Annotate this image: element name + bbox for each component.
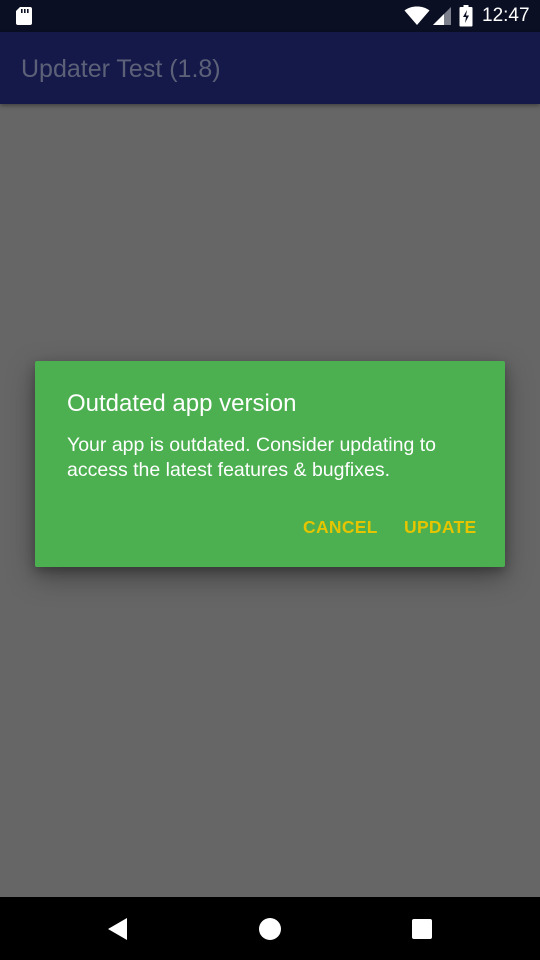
cancel-button[interactable]: CANCEL [303, 515, 378, 539]
app-bar: Updater Test (1.8) [0, 32, 540, 104]
navigation-bar [0, 897, 540, 960]
dialog-title: Outdated app version [67, 390, 297, 417]
status-bar: 12:47 [0, 0, 540, 32]
dialog-message: Your app is outdated. Consider updating … [67, 434, 436, 481]
sd-card-icon [16, 7, 32, 25]
update-dialog: Outdated app version Your app is outdate… [35, 361, 505, 567]
screen: 12:47 Updater Test (1.8) Outdated app ve… [0, 0, 540, 960]
battery-charging-icon [459, 5, 473, 27]
status-clock: 12:47 [482, 5, 530, 26]
cell-signal-icon [433, 7, 451, 25]
recents-icon[interactable] [407, 914, 437, 944]
home-icon[interactable] [255, 914, 285, 944]
app-title: Updater Test (1.8) [21, 55, 221, 83]
back-icon[interactable] [103, 914, 133, 944]
wifi-icon [404, 6, 430, 25]
update-button[interactable]: UPDATE [404, 515, 476, 539]
